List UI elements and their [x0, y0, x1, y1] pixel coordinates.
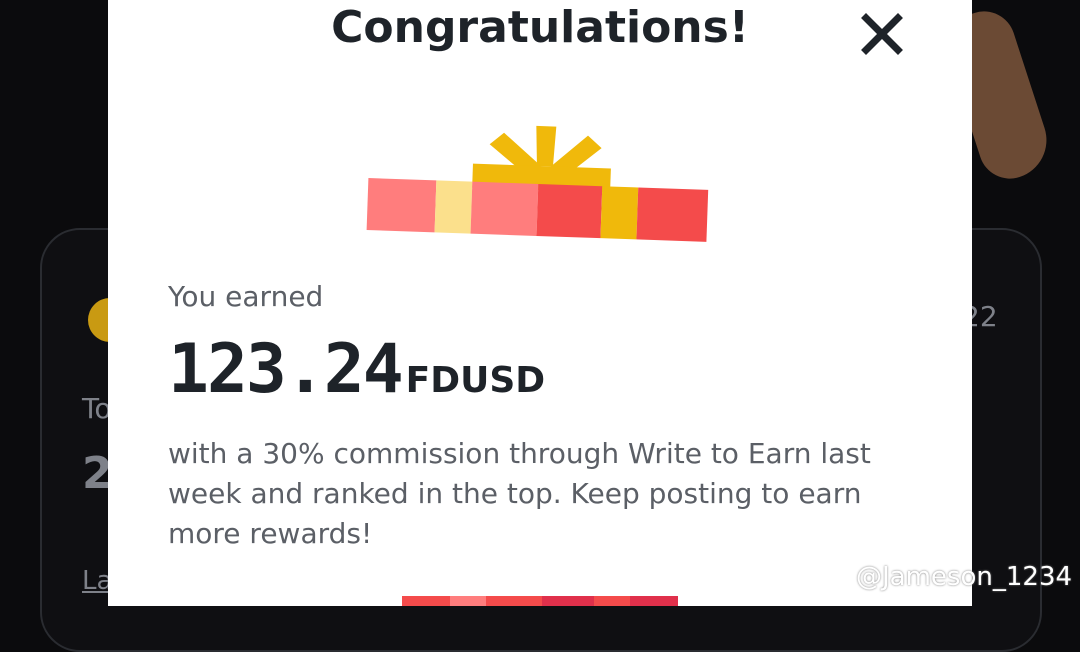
- amount-value: 123.24: [168, 330, 404, 409]
- watermark: @Jameson_1234: [826, 562, 1072, 592]
- close-button[interactable]: [860, 12, 904, 56]
- secondary-gift-icon: [402, 596, 678, 606]
- watermark-text: @Jameson_1234: [856, 562, 1073, 592]
- congratulations-modal: Congratulations! You earned 123.24 FDUSD …: [108, 0, 972, 606]
- earned-label: You earned: [168, 280, 324, 313]
- close-icon: [861, 13, 903, 55]
- amount-currency: FDUSD: [405, 360, 546, 401]
- binance-logo-icon: [826, 564, 852, 591]
- reward-description: with a 30% commission through Write to E…: [168, 437, 871, 550]
- gift-icon: [366, 125, 709, 242]
- modal-title: Congratulations!: [331, 2, 749, 53]
- earned-amount: 123.24 FDUSD: [168, 330, 545, 409]
